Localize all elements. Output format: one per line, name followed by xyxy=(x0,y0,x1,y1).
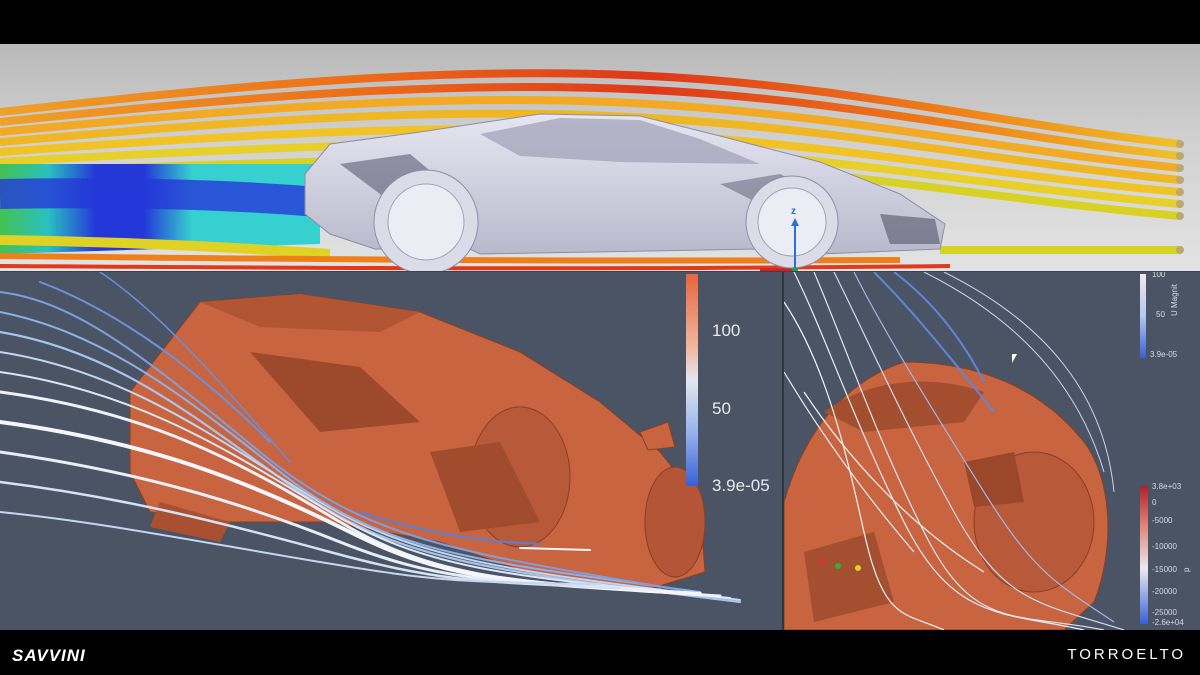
pressure-tick-20000: -20000 xyxy=(1152,587,1177,596)
pressure-tick-max: 3.8e+03 xyxy=(1152,482,1182,491)
streamline-viewport-left[interactable]: 100 50 3.9e-05 xyxy=(0,272,782,630)
pressure-colorbar xyxy=(1140,486,1148,624)
pressure-title: p xyxy=(1182,567,1191,572)
axis-z-label: z xyxy=(791,206,796,217)
letterbox-top xyxy=(0,0,1200,44)
velocity-colorbar xyxy=(686,274,698,486)
velocity-tick-100: 100 xyxy=(712,321,741,340)
car-rear-model xyxy=(129,293,706,593)
pressure-tick-0: 0 xyxy=(1152,498,1157,507)
cursor-icon xyxy=(1012,354,1017,363)
letterbox-bottom xyxy=(0,630,1200,675)
brand-logo-right: TORROELTO xyxy=(1067,646,1186,663)
streamline-render-left xyxy=(0,272,742,604)
velocity-title-right: U Magnit xyxy=(1170,283,1179,316)
velocity-right-tick-min: 3.9e-05 xyxy=(1150,350,1178,359)
pressure-tick-15000: -15000 xyxy=(1152,565,1177,574)
pressure-tick-5000: -5000 xyxy=(1152,516,1173,525)
velocity-colorbar-small xyxy=(1140,274,1146,358)
streamline-render-right xyxy=(784,272,1148,630)
velocity-tick-min: 3.9e-05 xyxy=(712,476,770,495)
velocity-right-tick-100: 100 xyxy=(1152,272,1166,279)
seed-points xyxy=(1176,140,1184,254)
side-view-viewport[interactable]: z xyxy=(0,44,1200,272)
side-view-render xyxy=(0,69,1184,272)
pressure-tick-10000: -10000 xyxy=(1152,542,1177,551)
brand-logo-left: SAVVINI xyxy=(12,646,86,665)
pressure-tick-25000: -25000 xyxy=(1152,608,1177,617)
car-front-model xyxy=(784,361,1109,630)
pressure-tick-min: -2.6e+04 xyxy=(1152,618,1184,627)
streamline-viewport-right[interactable]: U Magnit 100 50 3.9e-05 p 3.8e+03 0 -500… xyxy=(784,272,1200,630)
velocity-tick-50: 50 xyxy=(712,399,731,418)
velocity-right-tick-50: 50 xyxy=(1156,310,1165,319)
